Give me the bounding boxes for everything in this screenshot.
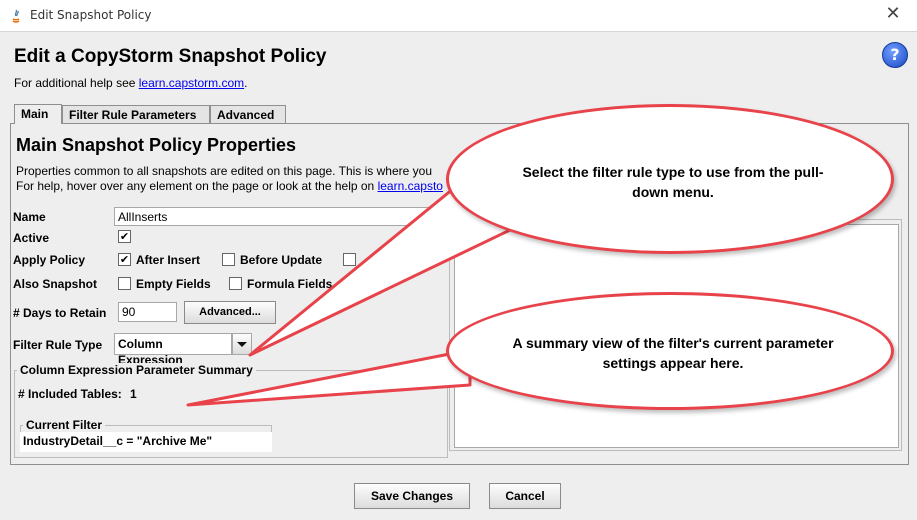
- bottom-callout-pointer: [186, 348, 472, 407]
- summary-callout: A summary view of the filter's current p…: [446, 292, 894, 410]
- tab-main[interactable]: Main: [14, 104, 62, 124]
- summary-callout-text: A summary view of the filter's current p…: [512, 335, 834, 371]
- filter-type-callout-text: Select the filter rule type to use from …: [522, 164, 824, 200]
- filter-type-callout: Select the filter rule type to use from …: [446, 104, 894, 254]
- callout-pointers: [186, 173, 512, 407]
